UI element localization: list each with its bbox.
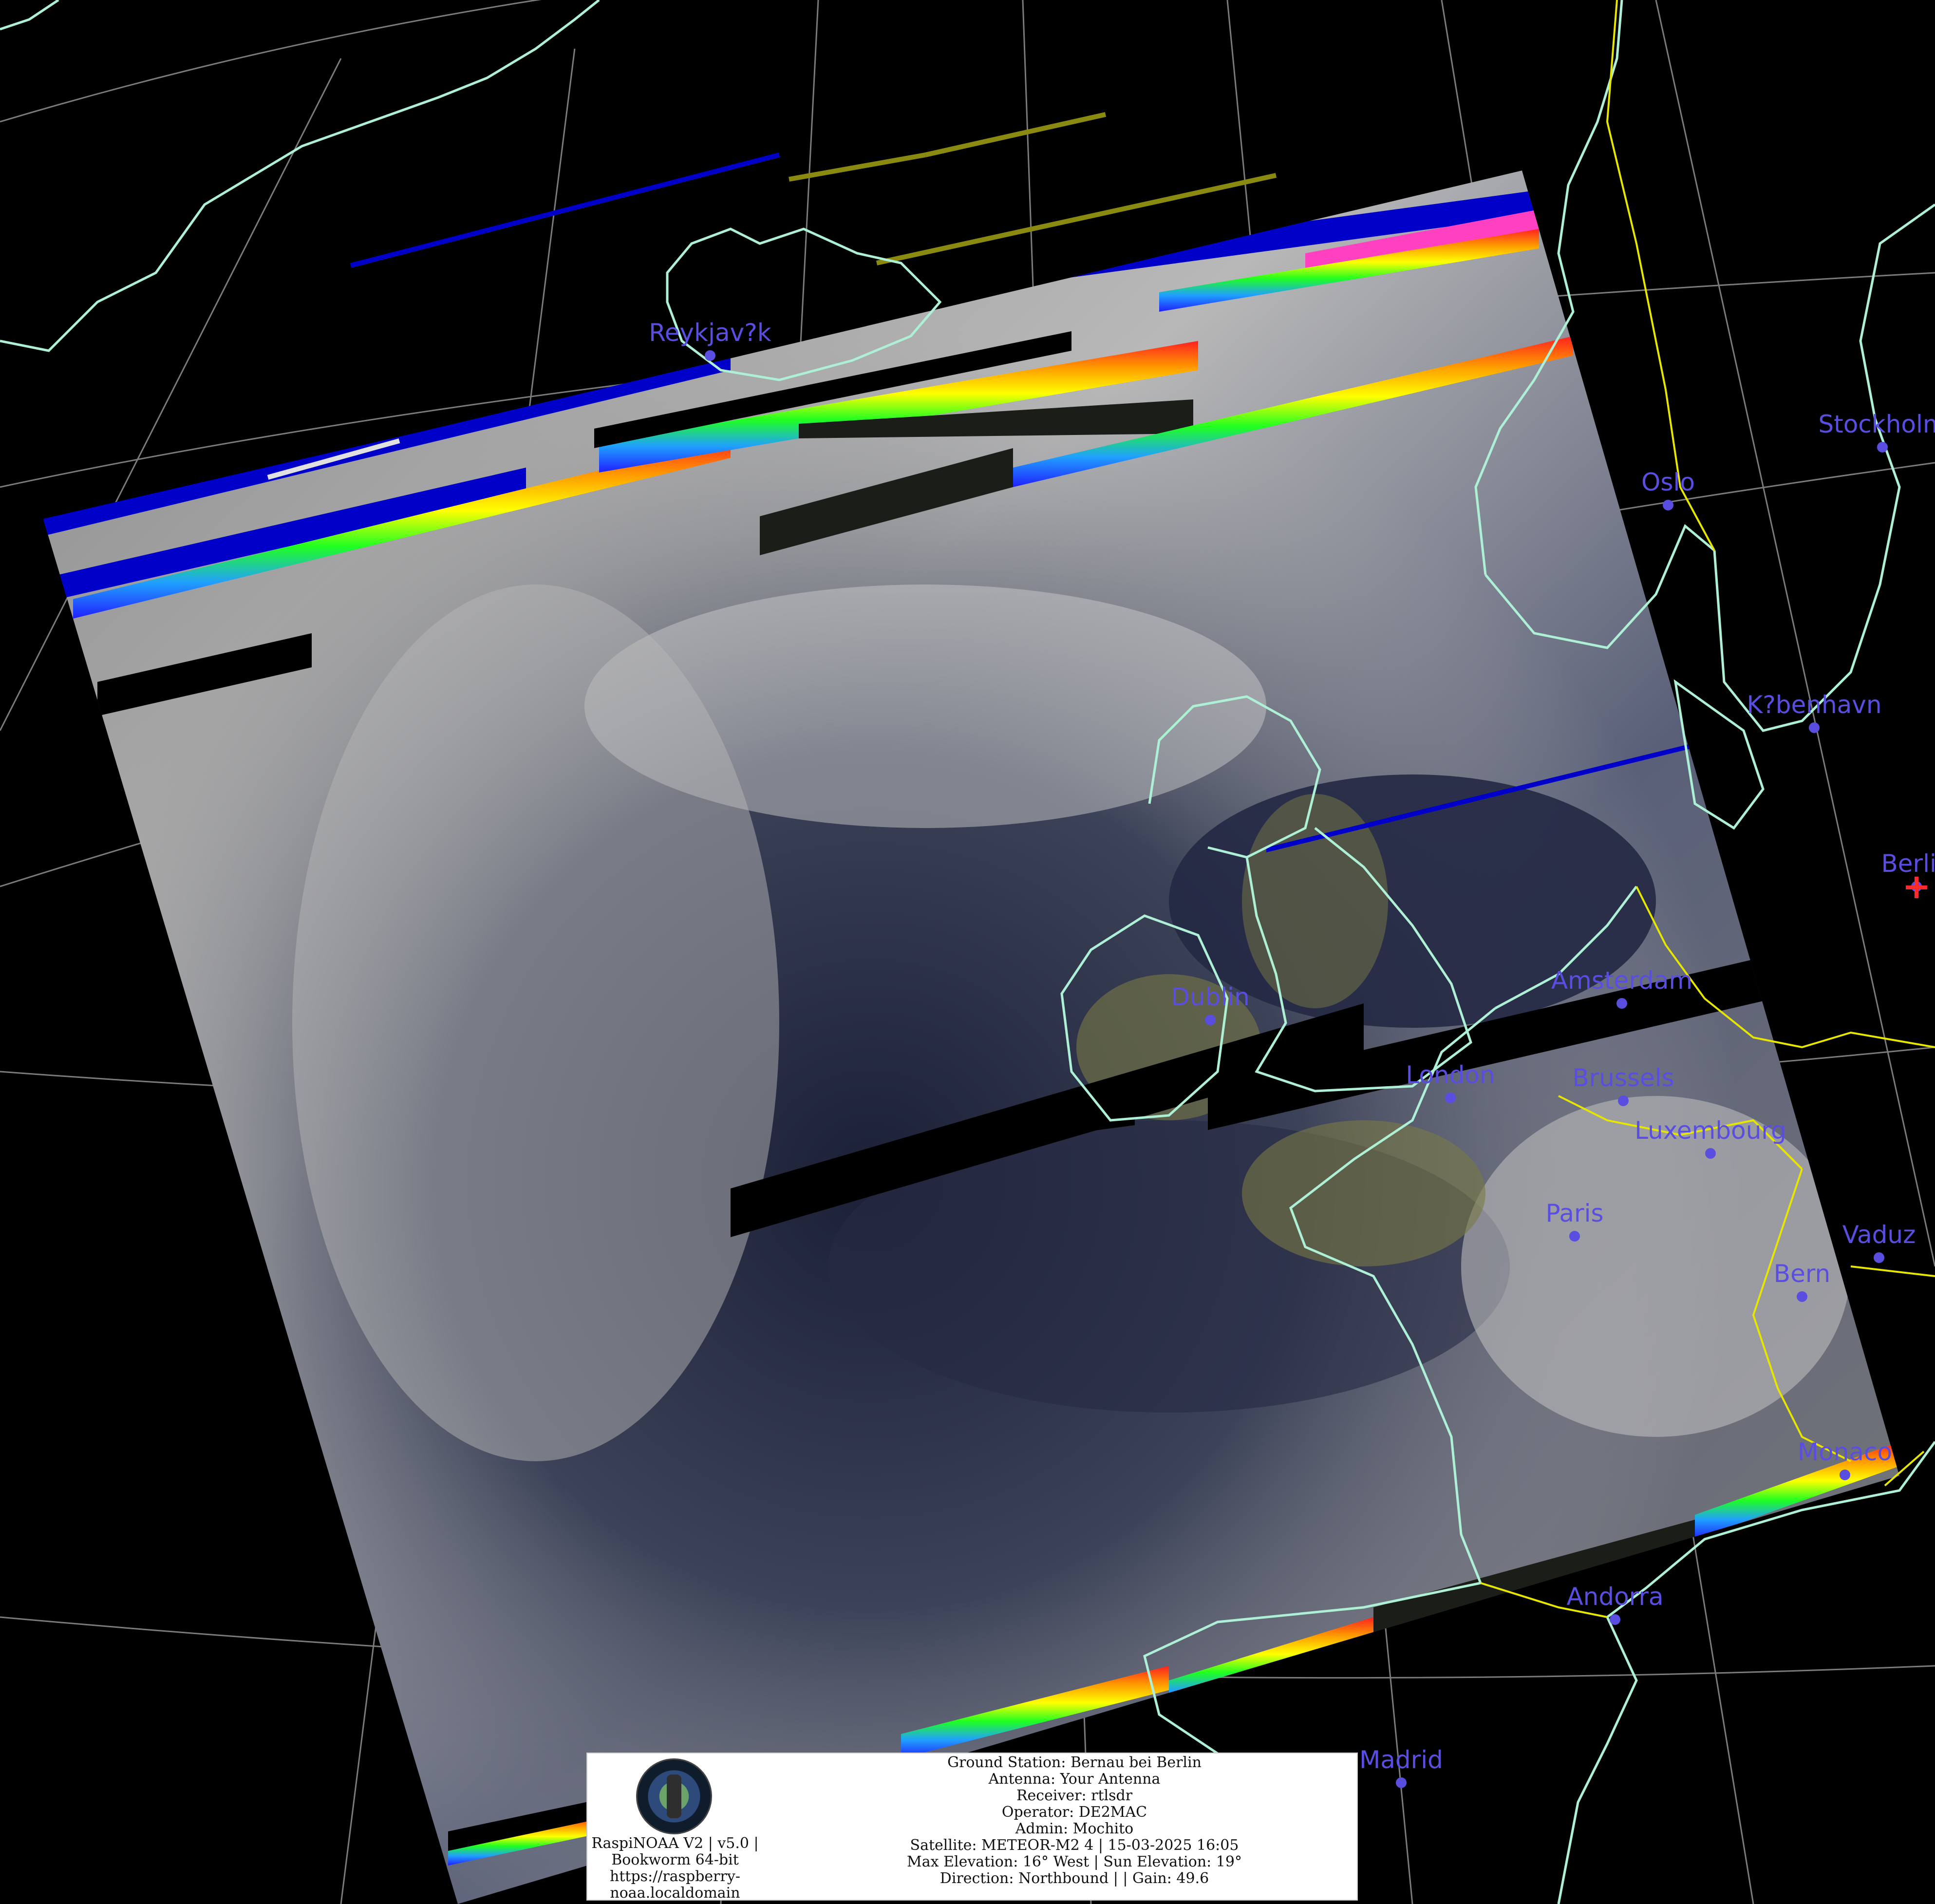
city-label-stockholm: Stockholm	[1818, 410, 1935, 438]
city-dot-stockholm	[1877, 442, 1888, 452]
city-dot-bern	[1797, 1291, 1807, 1302]
city-dot-luxembourg	[1705, 1148, 1716, 1159]
city-dot-paris	[1569, 1231, 1580, 1242]
city-dot-k-benhavn	[1809, 722, 1820, 733]
city-dot-andorra	[1610, 1614, 1620, 1625]
satellite-map	[0, 0, 1935, 1904]
city-label-amsterdam: Amsterdam	[1551, 966, 1693, 995]
city-label-brussels: Brussels	[1572, 1064, 1674, 1092]
city-label-dublin: Dublin	[1171, 983, 1250, 1011]
city-label-reykjav-k: Reykjav?k	[649, 319, 771, 347]
host-url-part1: https://raspberry-	[610, 1868, 740, 1885]
host-url-part2: noaa.localdomain	[610, 1885, 740, 1902]
greenland-coast	[0, 0, 600, 352]
city-label-luxembourg: Luxembourg	[1634, 1116, 1786, 1145]
direction-gain: Direction: Northbound | | Gain: 49.6	[939, 1870, 1209, 1887]
city-label-oslo: Oslo	[1641, 468, 1695, 496]
software-info: RaspiNOAA V2 | v5.0 | Bookworm 64-bit ht…	[587, 1835, 763, 1902]
city-dot-amsterdam	[1616, 998, 1627, 1009]
city-dot-dublin	[1205, 1015, 1216, 1025]
ground-station: Ground Station: Bernau bei Berlin	[947, 1754, 1202, 1771]
pass-info: Ground Station: Bernau bei Berlin Antenn…	[792, 1754, 1357, 1887]
city-dot-madrid	[1396, 1777, 1407, 1788]
city-dot-london	[1445, 1093, 1456, 1103]
east-iberia-coast	[1557, 1616, 1638, 1904]
city-dot-monaco	[1840, 1470, 1850, 1480]
city-dot-oslo	[1663, 500, 1673, 510]
admin: Admin: Mochito	[1015, 1820, 1134, 1837]
city-label-andorra: Andorra	[1566, 1583, 1664, 1611]
antenna: Antenna: Your Antenna	[988, 1771, 1161, 1788]
ground-station-marker: +	[1902, 867, 1931, 906]
city-label-london: London	[1406, 1061, 1495, 1089]
city-dot-brussels	[1618, 1095, 1629, 1106]
operator: Operator: DE2MAC	[1001, 1804, 1147, 1821]
receiver: Receiver: rtlsdr	[1016, 1787, 1133, 1804]
elevation: Max Elevation: 16° West | Sun Elevation:…	[907, 1853, 1242, 1870]
city-label-monaco: Monaco	[1797, 1438, 1893, 1466]
city-dot-reykjav-k	[705, 350, 715, 361]
city-label-k-benhavn: K?benhavn	[1747, 691, 1882, 719]
raspinoaa-logo	[636, 1758, 712, 1834]
city-label-bern: Bern	[1773, 1260, 1831, 1288]
satellite-pass: Satellite: METEOR-M2 4 | 15-03-2025 16:0…	[910, 1837, 1239, 1854]
city-dot-vaduz	[1874, 1252, 1884, 1263]
os-version: Bookworm 64-bit	[611, 1851, 739, 1868]
city-label-vaduz: Vaduz	[1842, 1221, 1916, 1249]
info-box: RaspiNOAA V2 | v5.0 | Bookworm 64-bit ht…	[586, 1753, 1358, 1902]
city-label-madrid: Madrid	[1359, 1746, 1443, 1774]
city-label-paris: Paris	[1545, 1199, 1604, 1227]
greenland-coast-west	[0, 0, 59, 31]
software-version: RaspiNOAA V2 | v5.0 |	[591, 1835, 759, 1852]
